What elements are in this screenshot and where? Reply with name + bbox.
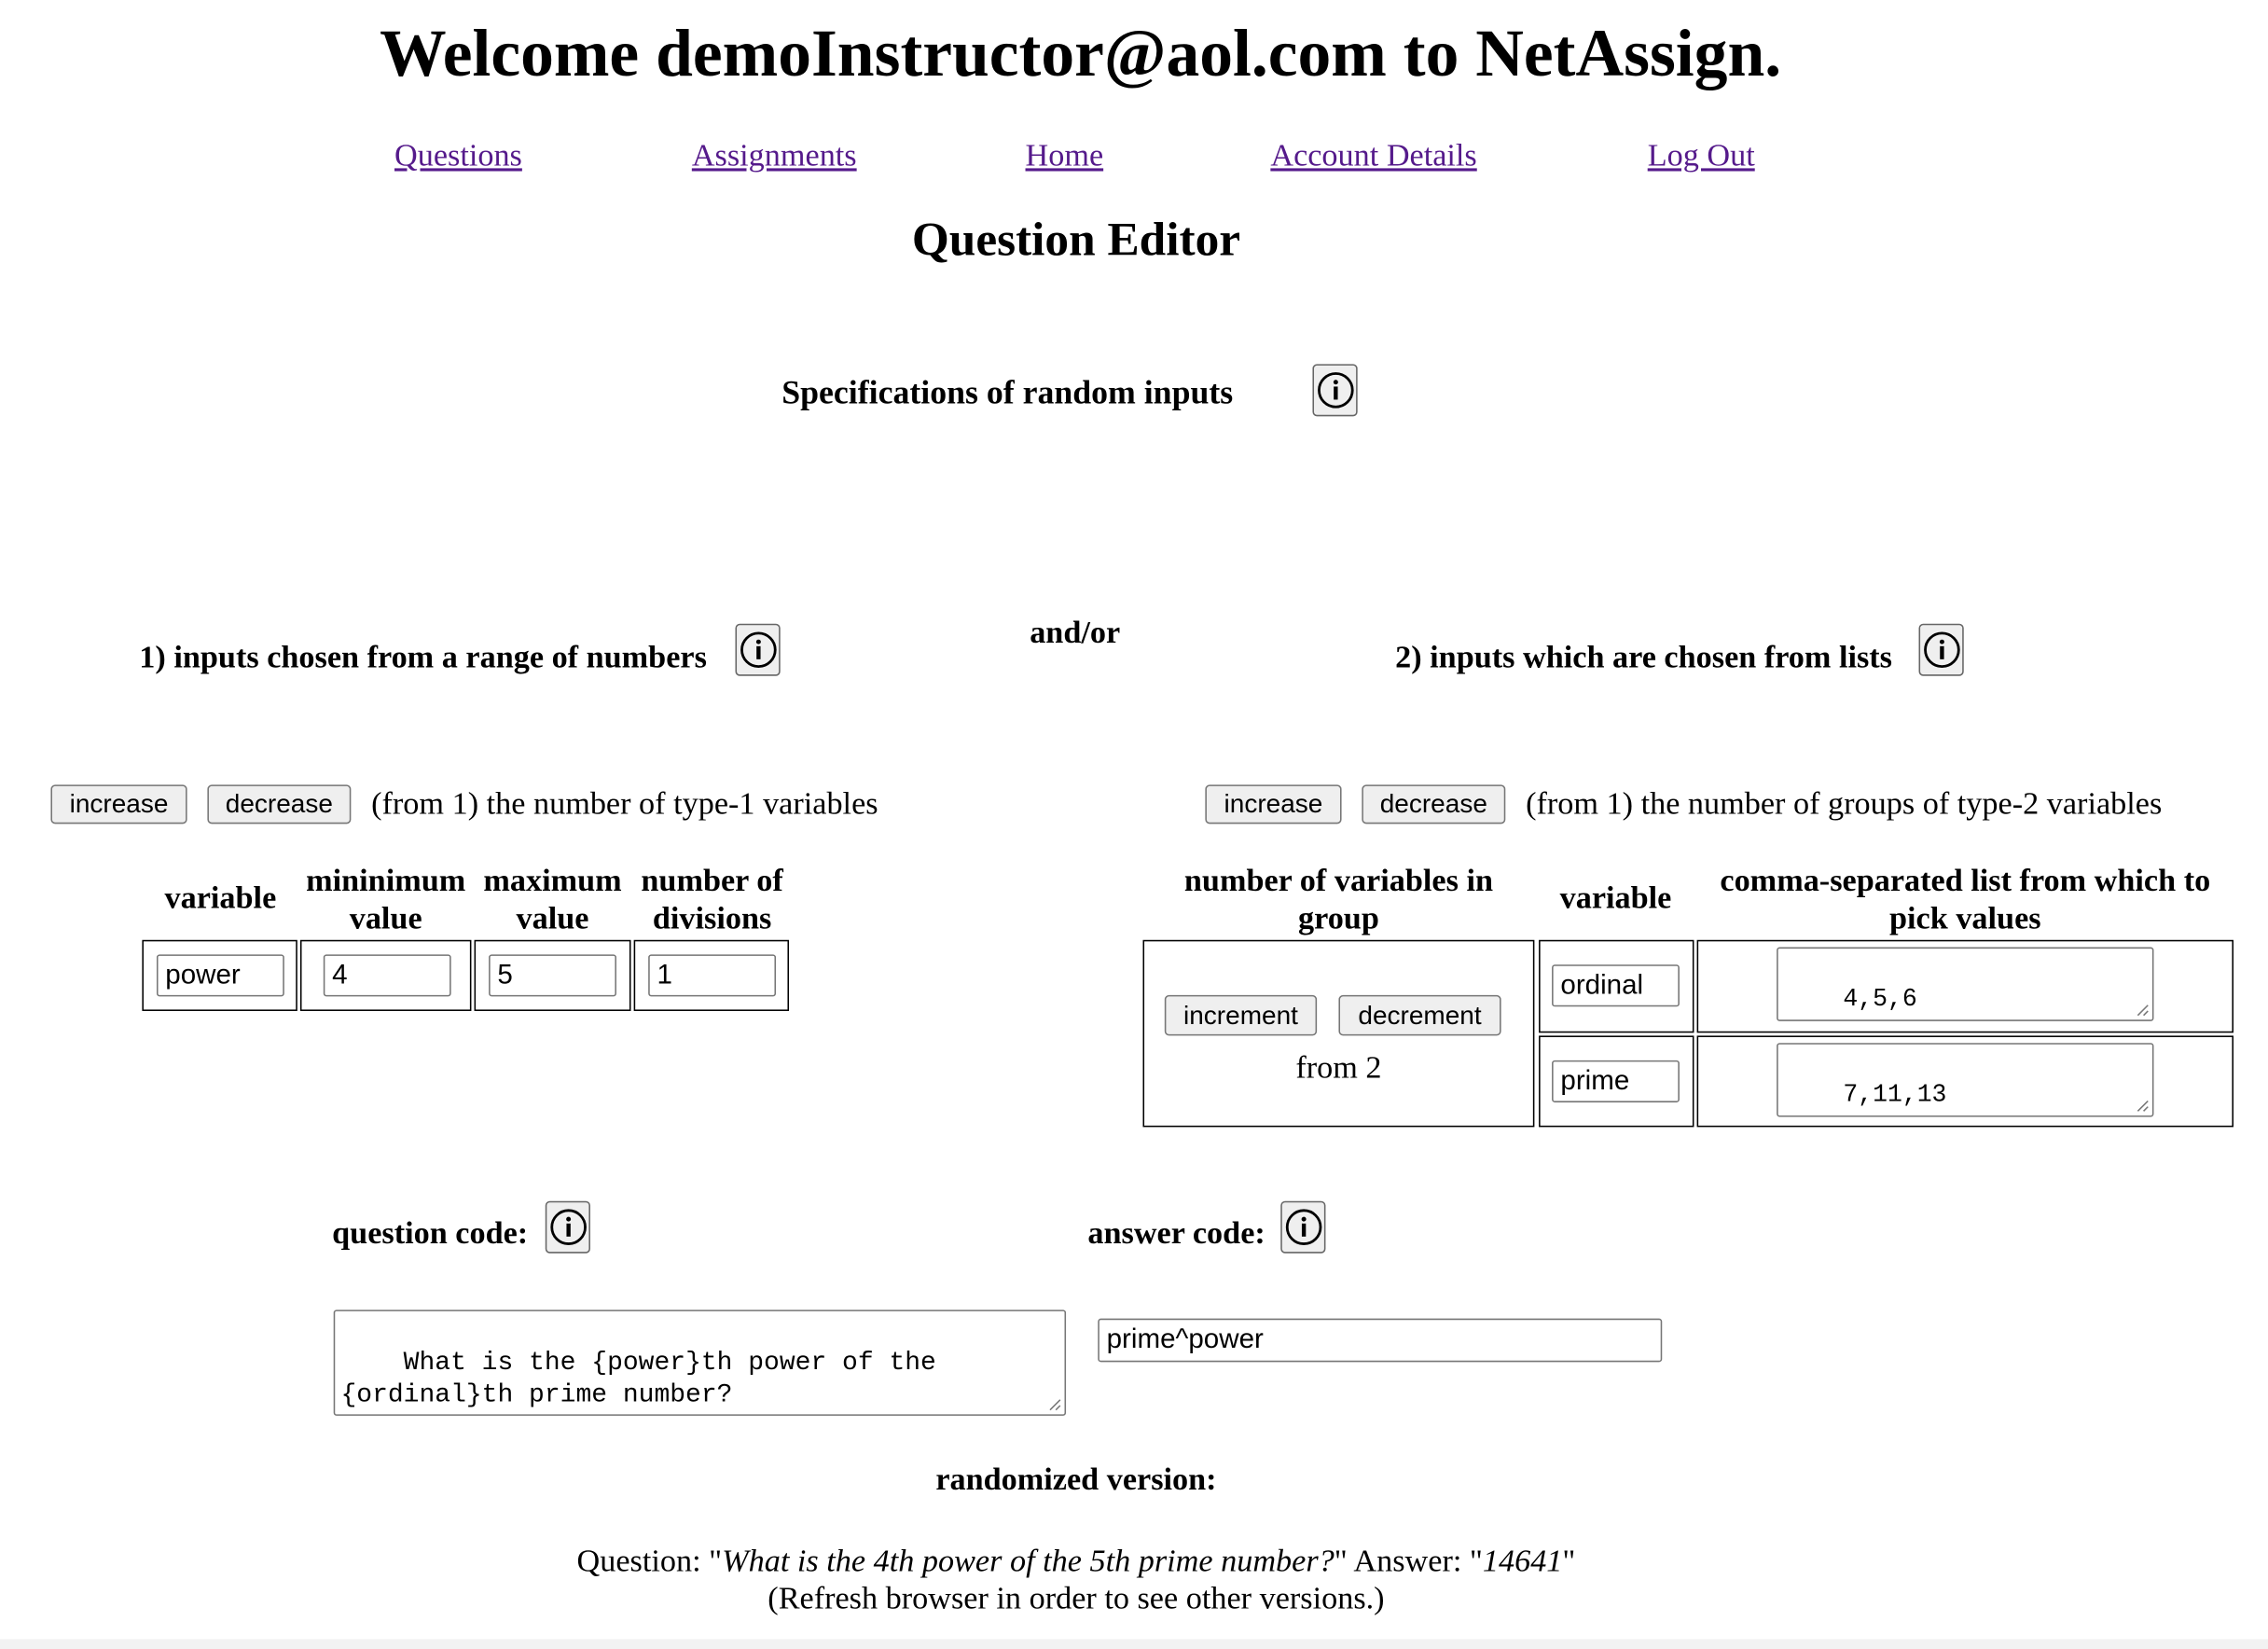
list-values-textarea-2[interactable]: 7,11,13 [1777,1043,2154,1117]
col-min-header: mininimum value [306,861,466,936]
group-decrement-button[interactable]: decrement [1338,994,1501,1036]
specs-heading: Specifications of random inputs [781,374,1234,411]
lists-increase-button[interactable]: increase [1205,784,1342,824]
randomized-answer: 14641 [1482,1542,1563,1579]
randomized-question: What is the 4th power of the 5th prime n… [722,1542,1335,1579]
range-count-caption: (from 1) the number of type-1 variables [371,784,878,822]
range-decrease-button[interactable]: decrease [207,784,352,824]
col-values-header: comma-separated list from which to pick v… [1720,861,2211,936]
welcome-title: Welcome demoInstructor@aol.com to NetAss… [380,16,1782,90]
group-increment-button[interactable]: increment [1164,994,1318,1036]
nav-questions-link[interactable]: Questions [394,136,522,173]
horizontal-scrollbar[interactable] [0,1639,2268,1649]
randomized-heading: randomized version: [935,1461,1217,1497]
list-inputs-heading: 2) inputs which are chosen from lists [1395,638,1893,675]
lists-count-caption: (from 1) the number of groups of type-2 … [1526,784,2163,822]
col-divisions-header: number of divisions [641,861,783,936]
lists-decrease-button[interactable]: decrease [1362,784,1506,824]
specs-info-button[interactable] [1312,364,1358,417]
col-max-header: maximum value [483,861,622,936]
info-icon [740,631,776,669]
range-inputs-heading: 1) inputs chosen from a range of numbers [139,638,707,675]
range-max-input[interactable]: 5 [489,954,616,997]
lists-info-button[interactable] [1918,623,1964,676]
col-list-variable-header: variable [1559,879,1672,916]
col-group-count-header: number of variables in group [1183,861,1493,936]
randomized-example: Question: "What is the 4th power of the … [576,1542,1576,1579]
question-code-textarea[interactable]: What is the {power}th power of the {ordi… [333,1310,1067,1416]
question-code-label: question code: [332,1213,529,1251]
info-icon [1317,372,1353,409]
nav-assignments-link[interactable]: Assignments [692,136,857,173]
col-variable-header: variable [164,879,277,916]
list-variable-input-2[interactable]: prime [1552,1060,1680,1102]
list-values-textarea-1[interactable]: 4,5,6 [1777,947,2154,1021]
nav-log-out-link[interactable]: Log Out [1648,136,1755,173]
info-icon [1285,1209,1321,1245]
info-icon [1923,631,1959,669]
nav-home-link[interactable]: Home [1026,136,1104,173]
answer-code-label: answer code: [1087,1213,1265,1251]
list-variable-input-1[interactable]: ordinal [1552,964,1680,1007]
answer-code-info-button[interactable] [1280,1200,1326,1254]
page-title: Question Editor [911,215,1241,268]
range-divisions-input[interactable]: 1 [648,954,777,997]
nav-account-details-link[interactable]: Account Details [1270,136,1476,173]
resize-grip-icon[interactable] [2135,1003,2150,1018]
group-count-from: from 2 [1295,1048,1382,1086]
range-variable-input[interactable]: power [156,954,284,997]
question-code-info-button[interactable] [545,1200,590,1254]
answer-code-input[interactable]: prime^power [1098,1318,1663,1363]
refresh-note: (Refresh browser in order to see other v… [768,1579,1385,1616]
range-increase-button[interactable]: increase [50,784,187,824]
range-info-button[interactable] [735,623,781,676]
resize-grip-icon[interactable] [1047,1397,1062,1412]
and-or-label: and/or [1030,613,1121,650]
range-min-input[interactable]: 4 [323,954,451,997]
info-icon [549,1209,587,1245]
resize-grip-icon[interactable] [2135,1098,2150,1113]
